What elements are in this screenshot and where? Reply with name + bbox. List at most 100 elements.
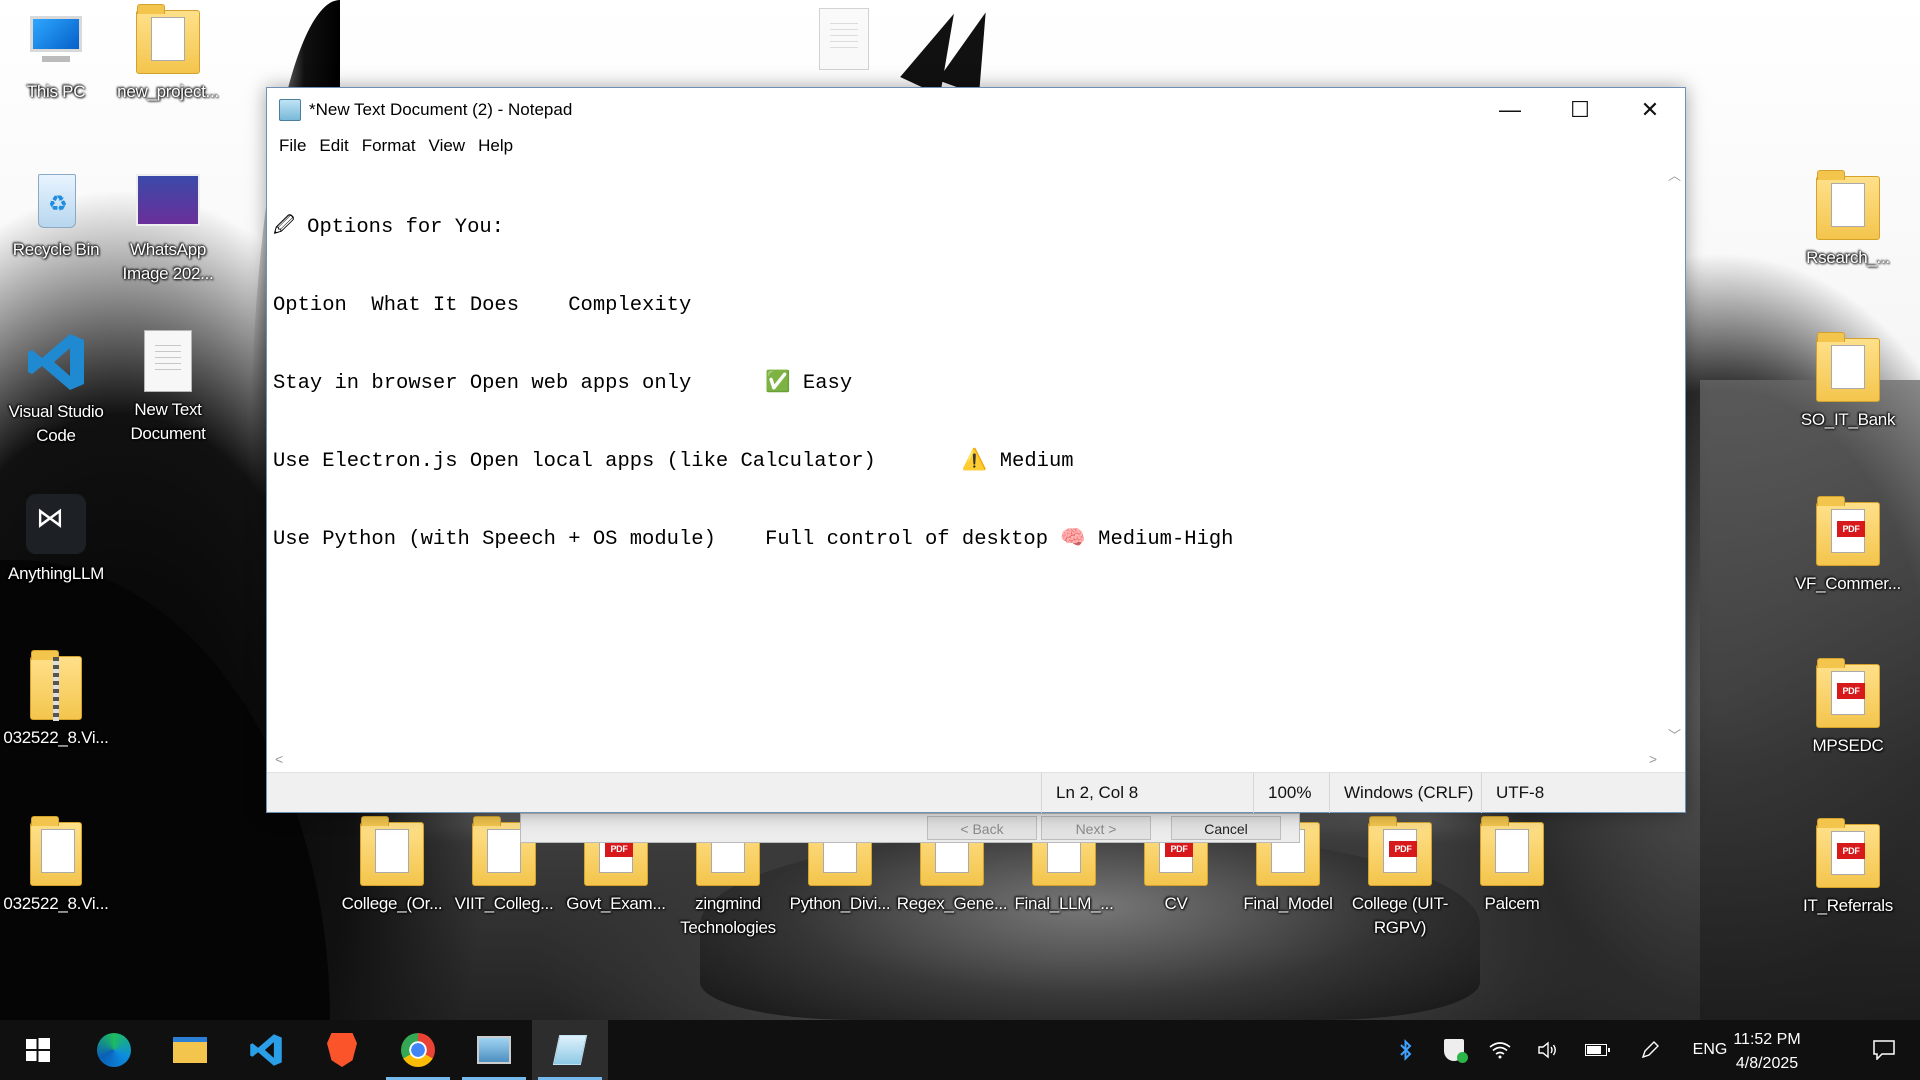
desktop-icon-vf-commer[interactable]: PDF VF_Commer...	[1792, 496, 1904, 596]
encoding: UTF-8	[1481, 773, 1681, 813]
desktop-icon-label: Final_Model	[1243, 894, 1333, 913]
folder-icon	[30, 816, 82, 886]
taskbar: ENG 11:52 PM 4/8/2025	[0, 1020, 1920, 1080]
taskbar-edge[interactable]	[76, 1020, 152, 1080]
desktop-icon-label: CV	[1164, 894, 1188, 913]
bluetooth-icon[interactable]	[1390, 1020, 1422, 1080]
edge-browser-icon	[97, 1033, 131, 1067]
desktop-icon-college-or[interactable]: College_(Or...	[336, 816, 448, 916]
menu-bar: File Edit Format View Help	[267, 132, 1685, 160]
cancel-button[interactable]: Cancel	[1171, 816, 1281, 840]
desktop-icon-palcem[interactable]: Palcem	[1456, 816, 1568, 916]
close-button[interactable]: ✕	[1615, 88, 1685, 132]
folder-icon	[1816, 170, 1880, 240]
menu-help[interactable]: Help	[472, 136, 520, 156]
desktop-icon-label: VIIT_Colleg...	[454, 894, 554, 913]
minimize-button[interactable]: —	[1475, 88, 1545, 132]
status-bar: Ln 2, Col 8 100% Windows (CRLF) UTF-8	[267, 772, 1685, 813]
menu-view[interactable]: View	[423, 136, 473, 156]
zoom-level: 100%	[1253, 773, 1329, 813]
photos-icon	[477, 1036, 511, 1064]
maximize-button[interactable]: ☐	[1545, 88, 1615, 132]
menu-edit[interactable]: Edit	[313, 136, 355, 156]
desktop-icon-label: new_project...	[117, 82, 219, 101]
desktop-icon-label: zingmind Technologies	[680, 894, 776, 937]
notepad-window: *New Text Document (2) - Notepad — ☐ ✕ F…	[266, 87, 1686, 813]
vscode-icon	[24, 330, 88, 394]
taskbar-chrome[interactable]	[380, 1020, 456, 1080]
battery-icon[interactable]	[1580, 1020, 1612, 1080]
window-title: *New Text Document (2) - Notepad	[309, 100, 573, 119]
desktop-icon-vscode[interactable]: Visual Studio Code	[0, 330, 112, 448]
wifi-icon[interactable]	[1484, 1020, 1516, 1080]
pdf-folder-icon: PDF	[1816, 496, 1880, 566]
scroll-right-icon[interactable]: >	[1649, 751, 1657, 767]
chrome-browser-icon	[401, 1033, 435, 1067]
menu-format[interactable]: Format	[356, 136, 423, 156]
desktop-icon-label: Regex_Gene...	[896, 894, 1008, 913]
text-document-icon	[144, 330, 192, 392]
desktop-icon-label: Final_LLM_...	[1014, 894, 1114, 913]
editor-line: Use Electron.js Open local apps (like Ca…	[273, 450, 1074, 473]
desktop-icon-label: SO_IT_Bank	[1800, 410, 1896, 429]
desktop-icon-label: This PC	[26, 82, 86, 101]
security-shield-icon[interactable]	[1438, 1020, 1470, 1080]
desktop-icon-label: New Text Document	[130, 400, 206, 443]
desktop-icon-label: WhatsApp Image 202...	[122, 240, 214, 283]
anythingllm-icon: ⋈	[24, 492, 88, 556]
text-editor[interactable]: 🖉 Options for You: Option What It Does C…	[267, 161, 1663, 748]
image-file-icon	[136, 168, 200, 232]
back-button[interactable]: < Back	[927, 816, 1037, 840]
pen-icon[interactable]	[1634, 1020, 1666, 1080]
desktop-icon-new-project[interactable]: new_project...	[112, 4, 224, 104]
desktop-icon-folder-032522[interactable]: 032522_8.Vi...	[0, 816, 112, 916]
desktop-icon-recycle-bin[interactable]: ♻ Recycle Bin	[0, 168, 112, 262]
desktop-icon-new-text-document[interactable]: New Text Document	[112, 330, 224, 446]
desktop-icon-label: 032522_8.Vi...	[3, 728, 109, 747]
folder-icon	[360, 816, 424, 886]
volume-icon[interactable]	[1532, 1020, 1564, 1080]
desktop-icon-label: 032522_8.Vi...	[3, 894, 109, 913]
scroll-down-icon[interactable]: ﹀	[1668, 725, 1681, 744]
clock-time: 11:52 PM	[1733, 1031, 1801, 1048]
taskbar-file-explorer[interactable]	[152, 1020, 228, 1080]
notepad-icon	[552, 1035, 588, 1065]
desktop-icon-zip-folder[interactable]: 032522_8.Vi...	[0, 650, 112, 750]
taskbar-brave[interactable]	[304, 1020, 380, 1080]
title-bar[interactable]: *New Text Document (2) - Notepad — ☐ ✕	[267, 88, 1685, 132]
desktop-icon-this-pc[interactable]: This PC	[0, 10, 112, 104]
desktop-icon-faint-doc[interactable]	[788, 8, 900, 76]
taskbar-notepad[interactable]	[532, 1020, 608, 1080]
desktop-icon-label: IT_Referrals	[1803, 896, 1893, 915]
desktop-icon-label: College (UIT-RGPV)	[1351, 894, 1449, 937]
desktop-icon-mpsedc[interactable]: PDF MPSEDC	[1792, 658, 1904, 758]
cursor-position: Ln 2, Col 8	[1041, 773, 1253, 813]
scroll-left-icon[interactable]: <	[275, 751, 283, 767]
start-button[interactable]	[0, 1020, 76, 1080]
desktop-icon-rsearch[interactable]: Rsearch_...	[1792, 170, 1904, 270]
desktop-icon-whatsapp-image[interactable]: WhatsApp Image 202...	[112, 168, 224, 286]
desktop-icon-label: Python_Divi...	[789, 894, 891, 913]
file-explorer-icon	[173, 1037, 207, 1063]
scroll-up-icon[interactable]: ︿	[1668, 165, 1681, 184]
desktop-icon-label: Palcem	[1484, 894, 1540, 913]
horizontal-scrollbar[interactable]: < >	[267, 748, 1685, 772]
folder-icon	[1816, 332, 1880, 402]
system-clock[interactable]: 11:52 PM 4/8/2025	[1712, 1028, 1822, 1076]
desktop-icon-anythingllm[interactable]: ⋈ AnythingLLM	[0, 492, 112, 586]
computer-icon	[24, 10, 88, 74]
desktop-icon-so-it-bank[interactable]: SO_IT_Bank	[1792, 332, 1904, 432]
desktop-icon-label: Govt_Exam...	[566, 894, 666, 913]
pdf-folder-icon: PDF	[1368, 816, 1432, 886]
desktop-icon-college-uit[interactable]: PDF College (UIT-RGPV)	[1344, 816, 1456, 940]
desktop-icon-it-referrals[interactable]: PDF IT_Referrals	[1792, 818, 1904, 918]
taskbar-vscode[interactable]	[228, 1020, 304, 1080]
taskbar-photos[interactable]	[456, 1020, 532, 1080]
vertical-scrollbar[interactable]: ︿ ﹀	[1663, 161, 1685, 748]
next-button[interactable]: Next >	[1041, 816, 1151, 840]
menu-file[interactable]: File	[273, 136, 313, 156]
desktop-icon-label: Recycle Bin	[12, 240, 100, 259]
notification-center-icon[interactable]	[1856, 1020, 1912, 1080]
background-wizard-dialog: < Back Next > Cancel	[520, 813, 1300, 843]
notepad-icon	[279, 99, 301, 121]
